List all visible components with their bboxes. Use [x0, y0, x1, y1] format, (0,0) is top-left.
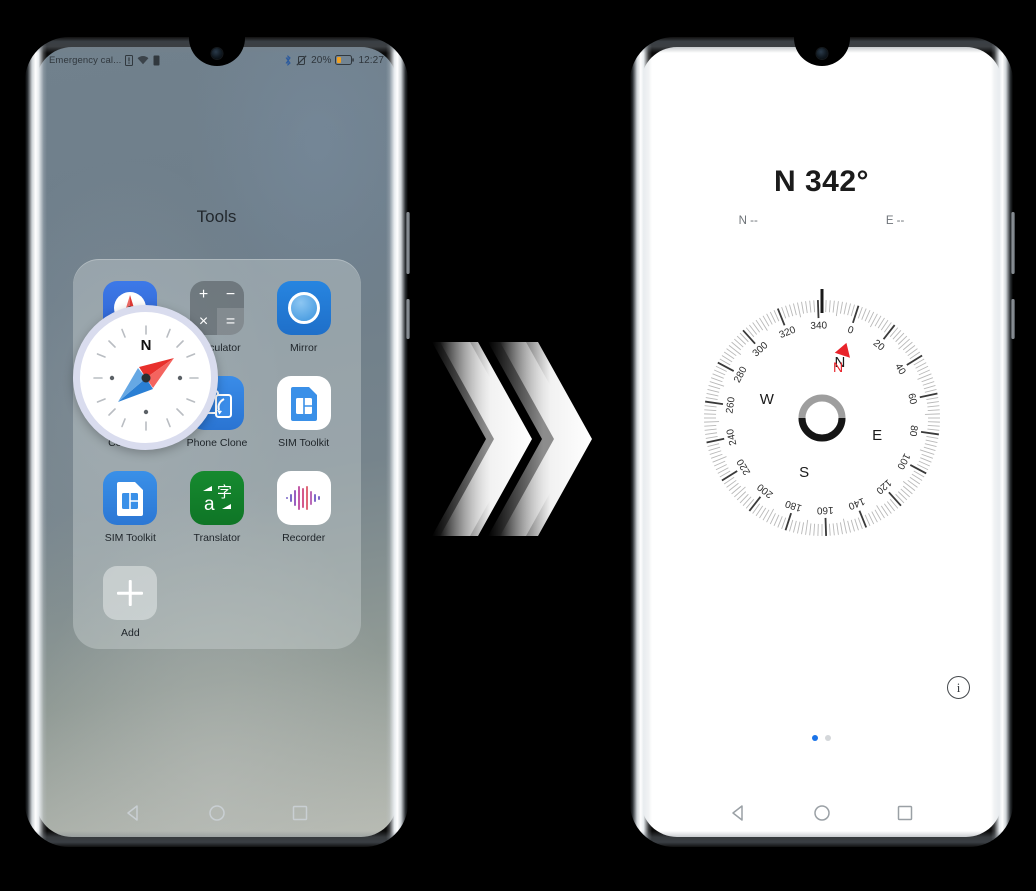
- cardinal-label-s: S: [799, 464, 809, 481]
- heading-readout: N 342°: [773, 165, 870, 198]
- home-circle-icon[interactable]: [207, 803, 227, 823]
- left-phone: Emergency cal... 20% 12:27 Tools + − × =…: [25, 37, 410, 847]
- battery-low-icon: [335, 55, 355, 65]
- left-volume-button[interactable]: [406, 212, 410, 274]
- dial-degree-label: 0: [846, 325, 855, 337]
- wifi-icon: [137, 55, 149, 65]
- sim-alert-icon: [125, 54, 134, 66]
- folder-title: Tools: [196, 207, 237, 226]
- sim-toolkit-icon: [276, 376, 331, 430]
- left-phone-body: Emergency cal... 20% 12:27 Tools + − × =…: [25, 37, 408, 847]
- status-bar-left: Emergency cal...: [49, 54, 160, 66]
- app-add[interactable]: Add: [87, 566, 174, 639]
- app-mirror[interactable]: Mirror: [260, 281, 347, 354]
- dial-degree-label: 340: [810, 320, 827, 332]
- page-dot[interactable]: [825, 735, 831, 741]
- compass-dial-svg: 0204060801001201401601802002202402602803…: [703, 289, 940, 536]
- coordinates-row: N -- E --: [641, 215, 1002, 227]
- app-sim-toolkit-2[interactable]: SIM Toolkit: [87, 471, 174, 544]
- app-label: Recorder: [282, 532, 326, 544]
- front-camera-icon: [816, 48, 827, 59]
- app-label: Mirror: [289, 342, 318, 354]
- cardinal-label-w: W: [759, 391, 774, 408]
- app-label: Translator: [193, 532, 241, 544]
- svg-text:字: 字: [217, 483, 232, 501]
- app-recorder[interactable]: Recorder: [260, 471, 347, 544]
- dial-degree-label: 200: [755, 481, 775, 500]
- translator-icon: a 字: [189, 471, 244, 525]
- compass-dial[interactable]: 0 20 40 60 80 100 120 140 160 180 200 220 240 260 280 3…: [691, 287, 953, 549]
- sim-toolkit-icon: [103, 471, 158, 525]
- app-label: Phone Clone: [186, 437, 248, 449]
- recorder-icon: [276, 471, 331, 525]
- battery-percent-label: 20%: [311, 54, 332, 66]
- right-phone-screen[interactable]: N 342° N -- E -- 0 20 40 60 80 100 120 140 160 18…: [641, 47, 1002, 837]
- dial-degree-label: 60: [905, 392, 918, 406]
- dial-degree-label: 240: [724, 427, 738, 446]
- north-marker-label: N: [833, 359, 843, 375]
- svg-text:N: N: [140, 337, 151, 354]
- app-translator[interactable]: a 字 Translator: [174, 471, 261, 544]
- recents-square-icon[interactable]: [290, 803, 310, 823]
- dial-degree-label: 260: [724, 396, 737, 414]
- vibrate-off-icon: [296, 54, 307, 66]
- compass-magnifier-highlight: N: [73, 305, 218, 450]
- longitude-value: E --: [885, 215, 905, 227]
- back-triangle-icon[interactable]: [729, 803, 749, 823]
- recents-square-icon[interactable]: [895, 803, 915, 823]
- cardinal-label-e: E: [872, 427, 882, 444]
- status-bar-right: 20% 12:27: [284, 54, 384, 66]
- plus-icon: [103, 566, 158, 620]
- home-circle-icon[interactable]: [812, 803, 832, 823]
- double-chevron-right-icon: [432, 342, 592, 536]
- app-sim-toolkit[interactable]: SIM Toolkit: [260, 376, 347, 449]
- center-bubble-ring: [798, 394, 845, 442]
- right-nav-bar: [641, 789, 1002, 837]
- dial-degree-label: 280: [732, 365, 750, 385]
- app-label: SIM Toolkit: [104, 532, 156, 544]
- mirror-icon: [276, 281, 331, 335]
- dial-degree-label: 80: [906, 425, 919, 438]
- carrier-label: Emergency cal...: [49, 54, 122, 66]
- dial-degree-label: 220: [734, 456, 752, 476]
- page-dot-active[interactable]: [812, 735, 818, 741]
- magnified-compass-icon: N: [87, 319, 204, 436]
- left-power-button[interactable]: [406, 299, 410, 339]
- left-nav-bar: [36, 789, 397, 837]
- front-camera-icon: [211, 48, 222, 59]
- bluetooth-icon: [285, 54, 291, 66]
- right-phone: N 342° N -- E -- 0 20 40 60 80 100 120 140 160 18…: [630, 37, 1015, 847]
- signal-bar-icon: [153, 55, 160, 65]
- dial-degree-label: 180: [783, 497, 803, 513]
- right-volume-button[interactable]: [1011, 212, 1015, 274]
- left-phone-screen[interactable]: Emergency cal... 20% 12:27 Tools + − × =…: [36, 47, 397, 837]
- dial-degree-label: 40: [892, 362, 907, 378]
- dial-degree-label: 20: [870, 338, 886, 354]
- svg-text:a: a: [204, 494, 215, 515]
- app-label: Add: [120, 627, 140, 639]
- back-triangle-icon[interactable]: [124, 803, 144, 823]
- app-label: SIM Toolkit: [278, 437, 330, 449]
- page-indicator: [641, 735, 1002, 741]
- info-icon[interactable]: i: [947, 676, 970, 699]
- right-phone-body: N 342° N -- E -- 0 20 40 60 80 100 120 140 160 18…: [630, 37, 1013, 847]
- dial-degree-label: 160: [816, 504, 833, 516]
- clock-label: 12:27: [358, 54, 384, 66]
- dial-degree-label: 320: [777, 324, 797, 341]
- dial-degree-label: 140: [846, 495, 866, 512]
- transition-chevrons: [432, 320, 610, 558]
- latitude-value: N --: [738, 215, 758, 227]
- dial-degree-label: 100: [894, 451, 912, 471]
- right-power-button[interactable]: [1011, 299, 1015, 339]
